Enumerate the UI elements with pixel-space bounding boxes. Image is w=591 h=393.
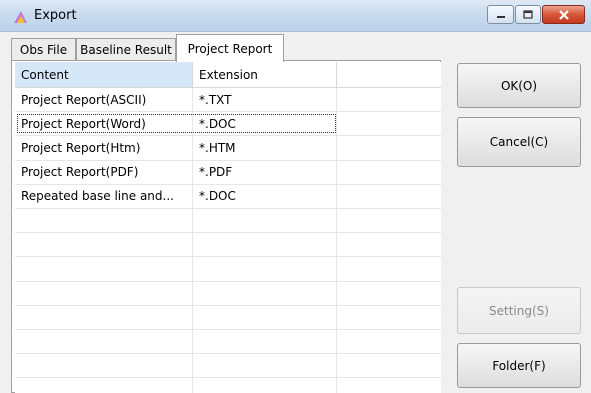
folder-button[interactable]: Folder(F): [457, 343, 581, 388]
empty-row: [15, 233, 441, 258]
column-header-content[interactable]: Content: [15, 62, 193, 88]
table-row[interactable]: Project Report(Htm) *.HTM: [15, 136, 441, 161]
column-header-extension[interactable]: Extension: [193, 62, 337, 88]
setting-button[interactable]: Setting(S): [457, 287, 581, 334]
empty-row: [15, 257, 441, 282]
export-table[interactable]: Content Extension Project Report(ASCII) …: [15, 62, 441, 393]
empty-row: [15, 281, 441, 306]
tab-strip: Obs File Baseline Result Project Report: [0, 32, 591, 62]
minimize-button[interactable]: [487, 5, 514, 24]
minimize-icon: [496, 15, 505, 18]
table-row[interactable]: Project Report(Word) *.DOC: [15, 112, 441, 137]
ok-button[interactable]: OK(O): [457, 63, 581, 108]
content-cell: Project Report(ASCII): [15, 88, 193, 112]
app-icon: [14, 11, 27, 23]
extension-cell: *.TXT: [193, 88, 337, 112]
empty-row: [15, 329, 441, 355]
table-row[interactable]: Repeated base line and... *.DOC: [15, 184, 441, 209]
extension-cell: *.DOC: [193, 112, 337, 136]
empty-row: [15, 208, 441, 234]
table-body: Project Report(ASCII) *.TXT Project Repo…: [15, 88, 441, 393]
content-cell: Project Report(PDF): [15, 160, 193, 184]
window-title: Export: [34, 8, 77, 23]
table-row[interactable]: Project Report(ASCII) *.TXT: [15, 88, 441, 113]
empty-row: [15, 378, 441, 393]
extension-cell: *.PDF: [193, 160, 337, 184]
extension-cell: *.DOC: [193, 184, 337, 208]
table-row[interactable]: Project Report(PDF) *.PDF: [15, 160, 441, 185]
maximize-icon: [523, 10, 533, 19]
content-cell: Project Report(Word): [15, 112, 193, 136]
column-header-empty: [337, 62, 441, 88]
tab-obs-file[interactable]: Obs File: [11, 38, 76, 60]
empty-row: [15, 354, 441, 379]
extension-cell: *.HTM: [193, 136, 337, 160]
cancel-button[interactable]: Cancel(C): [457, 117, 581, 167]
maximize-button[interactable]: [515, 5, 541, 24]
tab-baseline-result[interactable]: Baseline Result: [76, 38, 176, 60]
content-cell: Repeated base line and...: [15, 184, 193, 208]
tab-project-report[interactable]: Project Report: [176, 34, 284, 62]
empty-row: [15, 305, 441, 330]
title-bar: Export: [0, 0, 591, 32]
close-button[interactable]: [542, 5, 585, 24]
close-icon: [558, 9, 569, 20]
content-cell: Project Report(Htm): [15, 136, 193, 160]
